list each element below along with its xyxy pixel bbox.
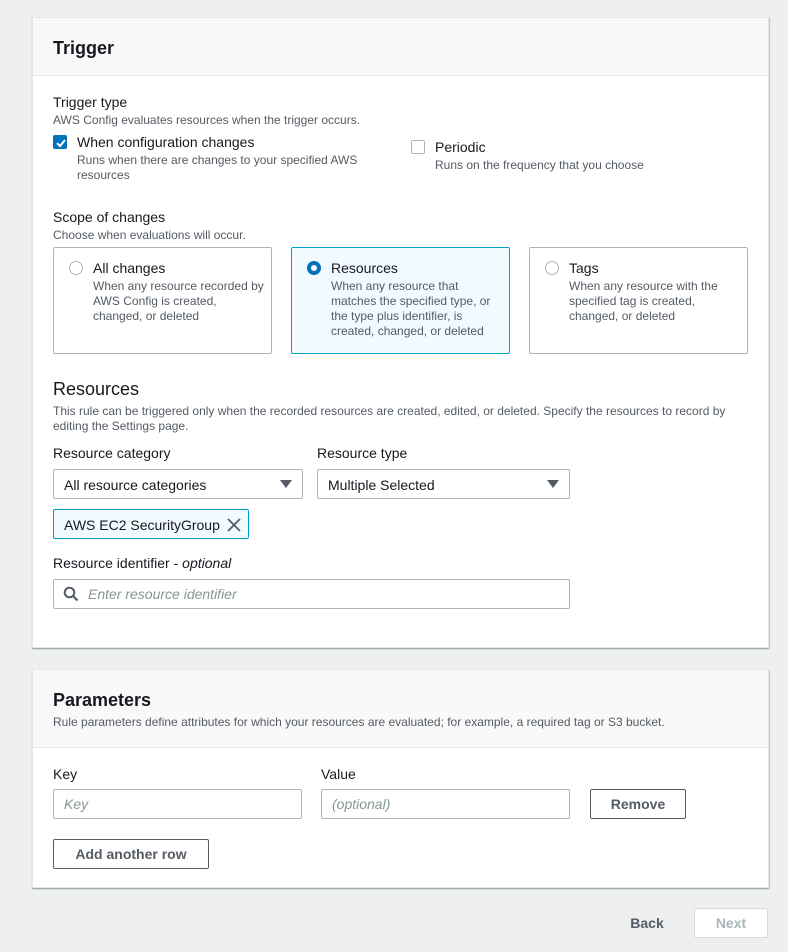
tile-label: Resources	[331, 260, 398, 276]
option-description: Runs on the frequency that you choose	[435, 158, 644, 172]
close-icon[interactable]	[226, 517, 242, 533]
trigger-panel-header: Trigger	[33, 18, 768, 76]
option-description: Runs when there are changes to your spec…	[77, 153, 358, 182]
scope-tile-resources[interactable]: Resources When any resource that matches…	[291, 247, 510, 354]
select-value: All resource categories	[64, 477, 207, 493]
tile-description: When any resource that matches the speci…	[331, 279, 491, 338]
label-text: Resource identifier -	[53, 555, 183, 571]
value-input[interactable]	[321, 789, 570, 819]
search-icon	[63, 586, 79, 602]
scope-label: Scope of changes	[53, 209, 166, 225]
tile-description: When any resource recorded by AWS Config…	[93, 279, 264, 323]
optional-text: optional	[182, 555, 232, 571]
radio-selected[interactable]	[307, 261, 321, 275]
back-button[interactable]: Back	[620, 913, 674, 933]
key-input[interactable]	[53, 789, 302, 819]
parameters-panel: Parameters Rule parameters define attrib…	[32, 669, 769, 888]
add-another-row-button[interactable]: Add another row	[53, 839, 209, 869]
resource-type-token: AWS EC2 SecurityGroup	[53, 509, 249, 539]
trigger-title: Trigger	[53, 38, 115, 58]
trigger-type-label: Trigger type	[53, 94, 128, 110]
resource-type-select[interactable]: Multiple Selected	[317, 469, 570, 499]
scope-tile-tags[interactable]: Tags When any resource with the specifie…	[529, 247, 748, 354]
trigger-option-periodic[interactable]: Periodic Runs on the frequency that you …	[411, 139, 711, 179]
radio-unselected[interactable]	[545, 261, 559, 275]
checkbox-checked[interactable]	[53, 135, 67, 149]
token-label: AWS EC2 SecurityGroup	[64, 517, 220, 533]
remove-button[interactable]: Remove	[590, 789, 686, 819]
trigger-type-description: AWS Config evaluates resources when the …	[53, 113, 361, 127]
tile-label: Tags	[569, 260, 599, 276]
tile-description: When any resource with the specified tag…	[569, 279, 718, 323]
checkbox-unchecked[interactable]	[411, 140, 425, 154]
resource-type-label: Resource type	[317, 445, 408, 461]
trigger-option-configuration-changes[interactable]: When configuration changes Runs when the…	[53, 134, 373, 184]
resource-identifier-input[interactable]	[53, 579, 570, 609]
caret-down-icon	[280, 480, 292, 488]
option-label: Periodic	[435, 139, 486, 155]
value-label: Value	[321, 766, 356, 782]
next-button[interactable]: Next	[694, 908, 768, 938]
resources-description: This rule can be triggered only when the…	[53, 404, 726, 433]
key-label: Key	[53, 766, 78, 782]
select-value: Multiple Selected	[328, 477, 435, 493]
tile-label: All changes	[93, 260, 166, 276]
parameters-description: Rule parameters define attributes for wh…	[53, 715, 665, 729]
trigger-panel: Trigger Trigger type AWS Config evaluate…	[32, 17, 769, 648]
radio-unselected[interactable]	[69, 261, 83, 275]
checkmark-icon	[56, 139, 66, 148]
resource-category-label: Resource category	[53, 445, 171, 461]
parameters-panel-header: Parameters Rule parameters define attrib…	[33, 670, 768, 748]
resource-identifier-label: Resource identifier - optional	[53, 555, 231, 571]
parameters-title: Parameters	[53, 690, 152, 710]
resource-identifier-field	[53, 579, 570, 609]
resource-category-select[interactable]: All resource categories	[53, 469, 303, 499]
scope-description: Choose when evaluations will occur.	[53, 228, 246, 242]
scope-tile-all-changes[interactable]: All changes When any resource recorded b…	[53, 247, 272, 354]
caret-down-icon	[547, 480, 559, 488]
option-label: When configuration changes	[77, 134, 255, 150]
resources-title: Resources	[53, 379, 140, 399]
